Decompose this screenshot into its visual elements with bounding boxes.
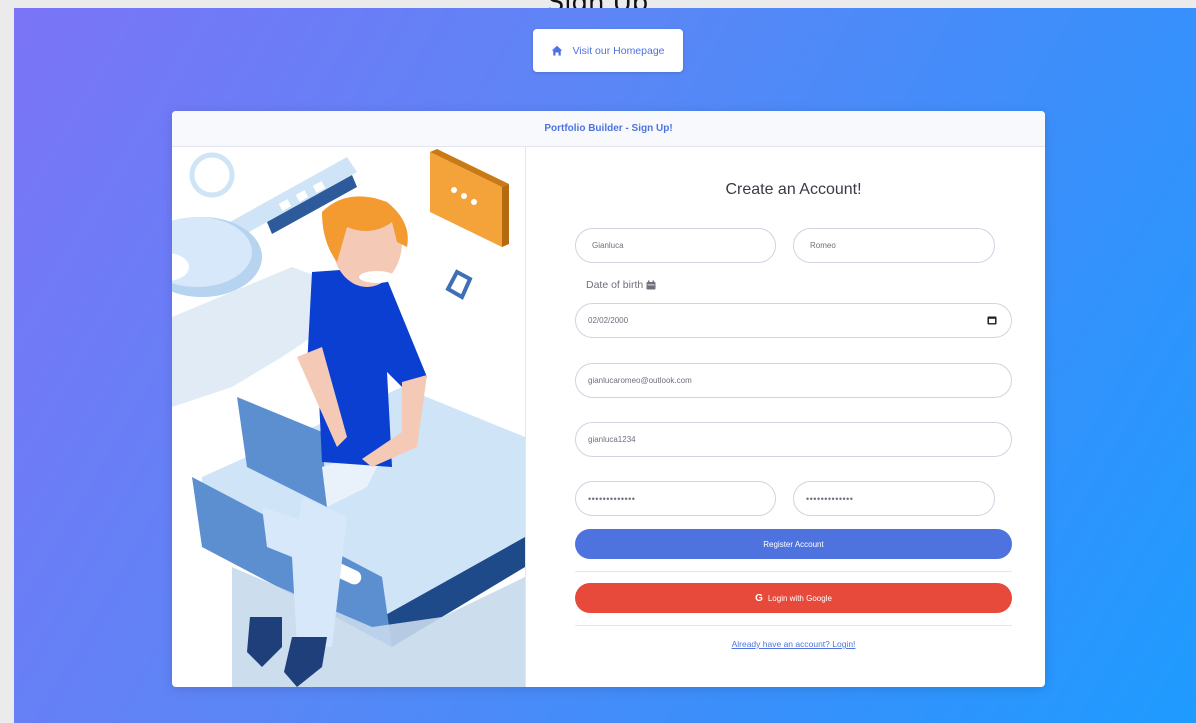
signup-illustration: [172, 147, 526, 687]
dob-input[interactable]: 02/02/2000: [575, 303, 1012, 338]
first-name-input[interactable]: Gianluca: [575, 228, 776, 263]
last-name-input[interactable]: Romeo: [793, 228, 995, 263]
divider: [575, 571, 1012, 572]
dob-label-text: Date of birth: [586, 279, 644, 291]
google-icon: G: [755, 592, 763, 604]
register-account-button[interactable]: Register Account: [575, 529, 1012, 559]
date-picker-icon[interactable]: [987, 315, 997, 325]
card-header: Portfolio Builder - Sign Up!: [172, 111, 1045, 147]
login-with-google-button[interactable]: G Login with Google: [575, 583, 1012, 613]
calendar-icon: [646, 280, 656, 290]
dob-value: 02/02/2000: [588, 316, 629, 325]
email-input[interactable]: gianlucaromeo@outlook.com: [575, 363, 1012, 398]
login-link[interactable]: Already have an account? Login!: [575, 639, 1012, 649]
page-background: Visit our Homepage Portfolio Builder - S…: [14, 8, 1196, 723]
form-title: Create an Account!: [725, 181, 862, 198]
repeat-password-input[interactable]: •••••••••••••: [793, 481, 995, 516]
login-with-google-label: Login with Google: [767, 593, 832, 603]
password-input[interactable]: •••••••••••••: [575, 481, 776, 516]
divider: [575, 625, 1012, 626]
visit-homepage-button[interactable]: Visit our Homepage: [533, 29, 683, 72]
visit-homepage-label: Visit our Homepage: [572, 44, 665, 57]
dob-label: Date of birth: [586, 279, 656, 291]
signup-form: Create an Account! Gianluca Romeo Date o…: [575, 147, 1012, 687]
username-input[interactable]: gianluca1234: [575, 422, 1012, 457]
signup-card: Portfolio Builder - Sign Up! Create an A…: [172, 111, 1045, 687]
home-icon: [552, 45, 563, 55]
register-account-label: Register Account: [763, 539, 824, 549]
